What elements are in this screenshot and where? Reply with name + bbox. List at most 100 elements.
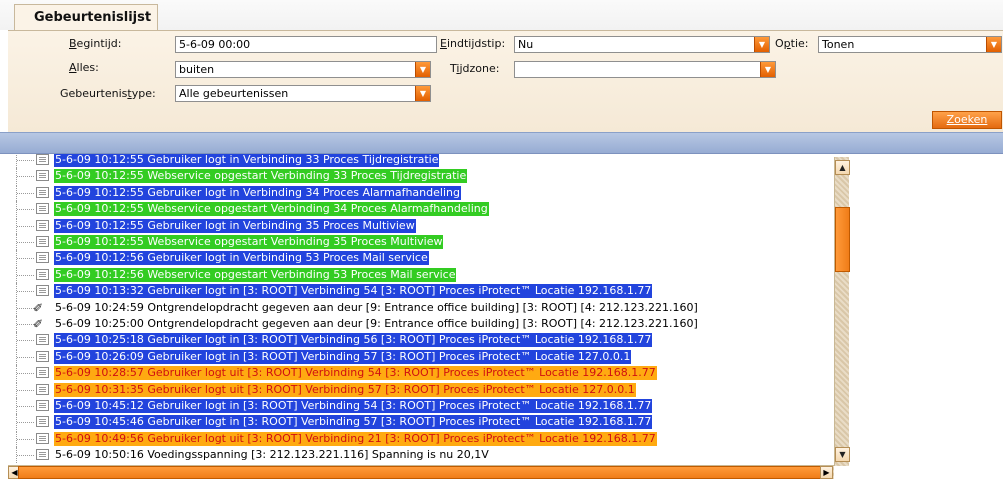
tree-connector: [8, 168, 34, 185]
log-row-text: 5-6-09 10:24:59 Ontgrendelopdracht gegev…: [55, 300, 698, 314]
log-row[interactable]: 5-6-09 10:45:46 Gebruiker logt in [3: RO…: [0, 414, 834, 431]
scroll-up-icon[interactable]: ▲: [835, 160, 850, 175]
log-row-text: 5-6-09 10:45:46 Gebruiker logt in [3: RO…: [54, 415, 653, 430]
log-row-text: 5-6-09 10:49:56 Gebruiker logt uit [3: R…: [54, 431, 657, 446]
log-row-text: 5-6-09 10:26:09 Gebruiker logt in [3: RO…: [54, 349, 632, 364]
log-row-text: 5-6-09 10:12:55 Gebruiker logt in Verbin…: [54, 218, 416, 233]
document-icon: [36, 170, 49, 182]
tree-connector: [8, 398, 34, 414]
tree-connector: [8, 316, 34, 332]
log-row[interactable]: 5-6-09 10:31:35 Gebruiker logt uit [3: R…: [0, 381, 834, 398]
tree-connector: [8, 381, 34, 398]
log-row[interactable]: 5-6-09 10:12:55 Gebruiker logt in Verbin…: [0, 154, 834, 168]
log-row[interactable]: 5-6-09 10:50:16 Voedingsspanning [3: 212…: [0, 447, 834, 464]
log-row[interactable]: ✐ 5-6-09 10:25:00 Ontgrendelopdracht gege…: [0, 316, 834, 332]
document-icon: [36, 383, 49, 395]
log-row[interactable]: 5-6-09 10:12:55 Webservice opgestart Ver…: [0, 201, 834, 218]
log-row[interactable]: 5-6-09 10:49:56 Gebruiker logt uit [3: R…: [0, 430, 834, 447]
alles-label: Alles:: [69, 61, 99, 74]
log-row[interactable]: ✐ 5-6-09 10:24:59 Ontgrendelopdracht gege…: [0, 299, 834, 316]
tree-connector: [8, 365, 34, 382]
tree-connector: [8, 332, 34, 349]
scroll-right-icon[interactable]: ▶: [820, 466, 833, 479]
log-row[interactable]: 5-6-09 10:12:55 Gebruiker logt in Verbin…: [0, 217, 834, 234]
begintijd-input[interactable]: 5-6-09 00:00: [175, 36, 437, 53]
eindtijdstip-select[interactable]: Nu ▼: [514, 36, 770, 53]
chevron-down-icon[interactable]: ▼: [760, 62, 775, 77]
log-row[interactable]: 5-6-09 10:28:57 Gebruiker logt uit [3: R…: [0, 365, 834, 382]
log-row[interactable]: 5-6-09 10:12:56 Webservice opgestart Ver…: [0, 266, 834, 283]
gebeurtenistype-select[interactable]: Alle gebeurtenissen ▼: [175, 85, 431, 102]
tree-connector: [8, 234, 34, 250]
chevron-down-icon[interactable]: ▼: [754, 37, 769, 52]
chevron-down-icon[interactable]: ▼: [415, 62, 430, 77]
tab-strip: Gebeurtenislijst: [0, 0, 1003, 32]
log-row[interactable]: 5-6-09 10:26:09 Gebruiker logt in [3: RO…: [0, 348, 834, 365]
tijdzone-label: Tijdzone:: [450, 62, 500, 75]
document-icon: [36, 236, 49, 247]
log-row[interactable]: 5-6-09 10:12:55 Webservice opgestart Ver…: [0, 168, 834, 185]
key-icon: ✐: [33, 300, 44, 315]
tree-connector: [8, 283, 34, 300]
document-icon: [36, 334, 49, 346]
key-icon: ✐: [33, 317, 44, 331]
tree-connector: [8, 299, 34, 316]
log-row-text: 5-6-09 10:12:55 Webservice opgestart Ver…: [54, 202, 489, 217]
log-row-text: 5-6-09 10:12:56 Webservice opgestart Ver…: [54, 267, 457, 282]
alles-select[interactable]: buiten ▼: [175, 61, 431, 78]
alles-value: buiten: [179, 63, 215, 76]
document-icon: [36, 268, 49, 280]
tree-connector: [8, 201, 34, 218]
tree-connector: [8, 447, 34, 464]
document-icon: [36, 449, 49, 461]
eindtijdstip-value: Nu: [518, 38, 534, 51]
gebeurtenistype-label: Gebeurtenistype:: [60, 87, 156, 100]
optie-label: Optie:: [775, 37, 809, 50]
tree-connector: [8, 348, 34, 365]
search-button[interactable]: Zoeken: [932, 111, 1002, 129]
scroll-down-icon[interactable]: ▼: [835, 447, 850, 462]
tree-connector: [8, 414, 34, 431]
tree-connector: [8, 184, 34, 201]
document-icon: [36, 400, 49, 411]
log-row-text: 5-6-09 10:12:56 Gebruiker logt in Verbin…: [54, 251, 429, 266]
document-icon: [36, 203, 49, 215]
log-row-text: 5-6-09 10:12:55 Webservice opgestart Ver…: [54, 169, 468, 184]
log-row-text: 5-6-09 10:12:55 Gebruiker logt in Verbin…: [54, 185, 461, 200]
horizontal-scroll-thumb[interactable]: [18, 466, 828, 479]
chevron-down-icon[interactable]: ▼: [415, 86, 430, 101]
document-icon: [36, 285, 49, 297]
log-row[interactable]: 5-6-09 10:12:56 Gebruiker logt in Verbin…: [0, 250, 834, 267]
log-row[interactable]: 5-6-09 10:25:18 Gebruiker logt in [3: RO…: [0, 332, 834, 349]
optie-select[interactable]: Tonen ▼: [818, 36, 1002, 53]
gebeurtenistype-value: Alle gebeurtenissen: [179, 87, 289, 100]
document-icon: [36, 219, 49, 231]
results-header-bar: [0, 132, 1003, 154]
tree-connector: [8, 154, 34, 168]
document-icon: [36, 367, 49, 379]
chevron-down-icon[interactable]: ▼: [986, 37, 1001, 52]
log-row-text: 5-6-09 10:25:18 Gebruiker logt in [3: RO…: [54, 333, 653, 348]
event-log-list: 5-6-09 10:12:55 Gebruiker logt in Verbin…: [0, 154, 1003, 472]
begintijd-label: Begintijd:: [69, 37, 122, 50]
log-row-text: 5-6-09 10:31:35 Gebruiker logt uit [3: R…: [54, 382, 636, 397]
document-icon: [36, 416, 49, 428]
filter-panel: Begintijd: 5-6-09 00:00 Eindtijdstip: Nu…: [8, 30, 1003, 132]
log-row-text: 5-6-09 10:45:12 Gebruiker logt in [3: RO…: [54, 399, 653, 413]
log-row[interactable]: 5-6-09 10:45:12 Gebruiker logt in [3: RO…: [0, 398, 834, 414]
log-row-text: 5-6-09 10:13:32 Gebruiker logt in [3: RO…: [54, 284, 653, 299]
eindtijdstip-label: Eindtijdstip:: [440, 37, 506, 50]
tree-connector: [8, 266, 34, 283]
tree-connector: [8, 217, 34, 234]
tree-connector: [8, 250, 34, 267]
log-row[interactable]: 5-6-09 10:12:55 Webservice opgestart Ver…: [0, 234, 834, 250]
log-row-text: 5-6-09 10:12:55 Webservice opgestart Ver…: [54, 235, 444, 249]
vertical-scroll-thumb[interactable]: [835, 207, 850, 272]
log-row[interactable]: 5-6-09 10:12:55 Gebruiker logt in Verbin…: [0, 184, 834, 201]
document-icon: [36, 432, 49, 444]
log-row[interactable]: 5-6-09 10:13:32 Gebruiker logt in [3: RO…: [0, 283, 834, 300]
horizontal-scrollbar[interactable]: ◀ ▶: [8, 465, 834, 479]
tijdzone-select[interactable]: ▼: [514, 61, 776, 78]
tab-gebeurtenislijst[interactable]: Gebeurtenislijst: [14, 4, 158, 32]
vertical-scrollbar[interactable]: ▲ ▼: [834, 157, 850, 466]
